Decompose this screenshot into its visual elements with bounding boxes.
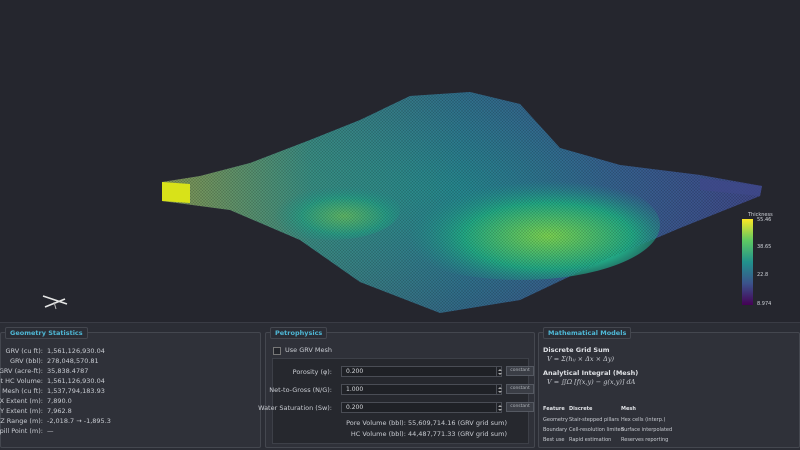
geometry-statistics-panel: Geometry Statistics GRV (cu ft): 1,561,12…	[0, 327, 261, 448]
geometry-stat-label: GRV Mesh (cu ft):	[0, 387, 43, 395]
table-cell: Reserves reporting	[621, 437, 669, 443]
petrophysics-panel: Petrophysics Use GRV Mesh Porosity (φ): …	[258, 327, 535, 448]
geometry-stat-value: 1,537,794,183.93	[47, 387, 105, 395]
table-cell: Cell-resolution limited	[569, 427, 624, 433]
geometry-stat-row: Y Extent (m): 7,962.8	[0, 407, 256, 417]
panel-title: Petrophysics	[270, 327, 328, 339]
bottom-panels: Geometry Statistics GRV (cu ft): 1,561,12…	[0, 322, 800, 450]
geometry-stat-row: GRV (cu ft): 1,561,126,930.04	[1, 347, 256, 357]
hc-volume-result: HC Volume (bbl): 44,487,771.33 (GRV grid…	[350, 430, 507, 438]
orientation-axes-icon	[42, 295, 68, 310]
petrophysics-inputs: Porosity (φ): 0.200 constant Net-to-Gros…	[258, 358, 534, 444]
3d-viewport[interactable]: Thickness 55.46 38.65 22.8 8.974	[0, 0, 800, 322]
panel-title: Geometry Statistics	[5, 327, 88, 339]
table-cell: Rapid estimation	[569, 437, 612, 443]
panel-title: Mathematical Models	[543, 327, 632, 339]
water-saturation-label: Water Saturation (Sw):	[258, 404, 332, 412]
geometry-stat-row: GRV Mesh (cu ft): 1,537,794,183.93	[0, 387, 256, 397]
surface-body	[162, 92, 762, 313]
geometry-stat-value: 7,962.8	[47, 407, 72, 415]
water-saturation-spinner[interactable]	[496, 402, 502, 413]
geometry-stat-label: GRV (cu ft):	[5, 347, 43, 355]
geometry-stat-label: GRV (acre-ft):	[0, 367, 43, 375]
geometry-stat-row: X Extent (m): 7,890.0	[0, 397, 256, 407]
table-header-mesh: Mesh	[621, 406, 636, 412]
use-grv-mesh-checkbox[interactable]	[273, 347, 281, 355]
table-cell: Best use	[543, 437, 565, 443]
table-header-feature: Feature	[543, 406, 565, 412]
table-cell: Stair-stepped pillars	[569, 417, 620, 423]
geometry-stat-row: Net HC Volume: 1,561,126,930.04	[0, 377, 256, 387]
geometry-stat-row: Z Range (m): -2,018.7 → -1,895.3	[0, 417, 256, 427]
colorbar-gradient	[742, 219, 753, 305]
table-cell: Surface interpolated	[621, 427, 673, 433]
net-to-gross-label: Net-to-Gross (N/G):	[269, 386, 332, 394]
water-saturation-mode-dropdown[interactable]: constant	[506, 402, 534, 412]
table-cell: Boundary	[543, 427, 568, 433]
geometry-stat-label: Spill Point (m):	[0, 427, 43, 435]
analytical-integral-heading: Analytical Integral (Mesh)	[543, 369, 639, 377]
thickness-surface-render[interactable]	[0, 0, 800, 322]
porosity-mode-dropdown[interactable]: constant	[506, 366, 534, 376]
discrete-grid-sum-heading: Discrete Grid Sum	[543, 346, 610, 354]
geometry-stat-value: —	[47, 427, 54, 435]
geometry-stat-label: Net HC Volume:	[0, 377, 43, 385]
geometry-stat-value: 7,890.0	[47, 397, 72, 405]
use-grv-mesh-label: Use GRV Mesh	[285, 346, 333, 354]
table-cell: Geometry	[543, 417, 568, 423]
net-to-gross-spinner[interactable]	[496, 384, 502, 395]
discrete-equation: V = Σ(hᵢⱼ × Δx × Δy)	[547, 355, 615, 363]
porosity-label: Porosity (φ):	[292, 368, 332, 376]
porosity-input[interactable]: 0.200	[341, 366, 502, 377]
geometry-stat-label: X Extent (m):	[0, 397, 43, 405]
colorbar-tick-min: 8.974	[757, 301, 772, 307]
geometry-stat-label: GRV (bbl):	[9, 357, 43, 365]
geometry-stat-label: Y Extent (m):	[0, 407, 43, 415]
colorbar-tick: 38.65	[757, 244, 772, 250]
geometry-stat-value: 1,561,126,930.04	[47, 347, 105, 355]
geometry-stat-row: GRV (acre-ft): 35,838.4787	[0, 367, 256, 377]
pore-volume-result: Pore Volume (bbl): 55,609,714.16 (GRV gr…	[346, 419, 507, 427]
table-header-discrete: Discrete	[569, 406, 593, 412]
net-to-gross-input[interactable]: 1.000	[341, 384, 502, 395]
colorbar-tick-max: 55.46	[757, 217, 772, 223]
analytical-equation: V = ∬Ω [f(x,y) − g(x,y)] dA	[547, 378, 636, 386]
table-cell: Hex cells (interp.)	[621, 417, 666, 423]
porosity-spinner[interactable]	[496, 366, 502, 377]
water-saturation-input[interactable]: 0.200	[341, 402, 502, 413]
mathematical-models-panel: Mathematical Models Discrete Grid Sum V …	[538, 327, 800, 448]
geometry-stat-value: 35,838.4787	[47, 367, 89, 375]
geometry-stat-value: -2,018.7 → -1,895.3	[47, 417, 111, 425]
colorbar-tick: 22.8	[757, 272, 769, 278]
net-to-gross-mode-dropdown[interactable]: constant	[506, 384, 534, 394]
geometry-stat-label: Z Range (m):	[0, 417, 43, 425]
geometry-stat-value: 1,561,126,930.04	[47, 377, 105, 385]
geometry-stat-value: 278,048,570.81	[47, 357, 99, 365]
geometry-stat-row: GRV (bbl): 278,048,570.81	[1, 357, 256, 367]
geometry-stat-row: Spill Point (m): —	[0, 427, 256, 437]
